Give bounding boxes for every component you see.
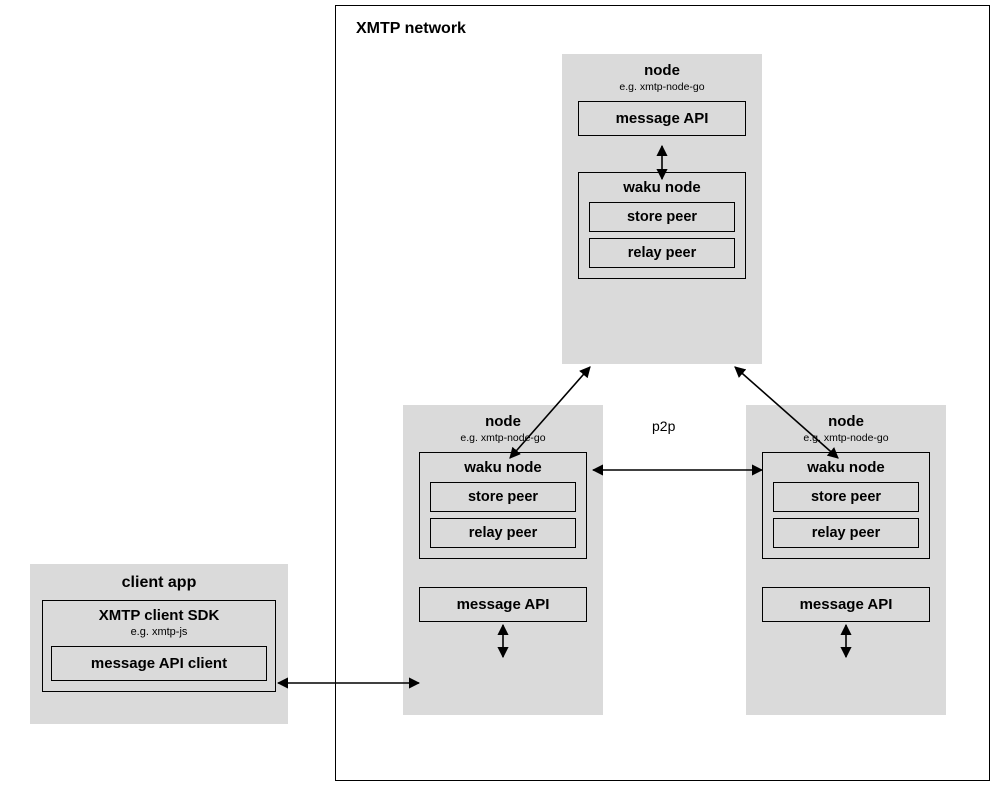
waku-title: waku node — [773, 459, 919, 476]
message-api-box: message API — [762, 587, 930, 622]
client-app-box: client app XMTP client SDK e.g. xmtp-js … — [30, 564, 288, 724]
message-api-client-box: message API client — [51, 646, 267, 681]
diagram-canvas: XMTP network client app XMTP client SDK … — [0, 0, 997, 788]
node-top: node e.g. xmtp-node-go message API waku … — [562, 54, 762, 364]
waku-box: waku node store peer relay peer — [578, 172, 746, 279]
store-peer-box: store peer — [589, 202, 735, 232]
waku-title: waku node — [430, 459, 576, 476]
node-subtitle: e.g. xmtp-node-go — [562, 81, 762, 93]
store-peer-box: store peer — [773, 482, 919, 512]
p2p-label: p2p — [652, 418, 675, 434]
message-api-box: message API — [419, 587, 587, 622]
node-bottom-left: node e.g. xmtp-node-go waku node store p… — [403, 405, 603, 715]
waku-box: waku node store peer relay peer — [762, 452, 930, 559]
network-title: XMTP network — [356, 20, 466, 38]
client-app-title: client app — [30, 564, 288, 592]
sdk-subtitle: e.g. xmtp-js — [51, 626, 267, 638]
node-subtitle: e.g. xmtp-node-go — [403, 432, 603, 444]
node-bottom-right: node e.g. xmtp-node-go waku node store p… — [746, 405, 946, 715]
node-title: node — [746, 405, 946, 430]
waku-title: waku node — [589, 179, 735, 196]
waku-box: waku node store peer relay peer — [419, 452, 587, 559]
relay-peer-box: relay peer — [773, 518, 919, 548]
sdk-box: XMTP client SDK e.g. xmtp-js message API… — [42, 600, 276, 692]
relay-peer-box: relay peer — [589, 238, 735, 268]
store-peer-box: store peer — [430, 482, 576, 512]
node-title: node — [403, 405, 603, 430]
node-title: node — [562, 54, 762, 79]
message-api-box: message API — [578, 101, 746, 136]
relay-peer-box: relay peer — [430, 518, 576, 548]
sdk-title: XMTP client SDK — [51, 607, 267, 624]
node-subtitle: e.g. xmtp-node-go — [746, 432, 946, 444]
